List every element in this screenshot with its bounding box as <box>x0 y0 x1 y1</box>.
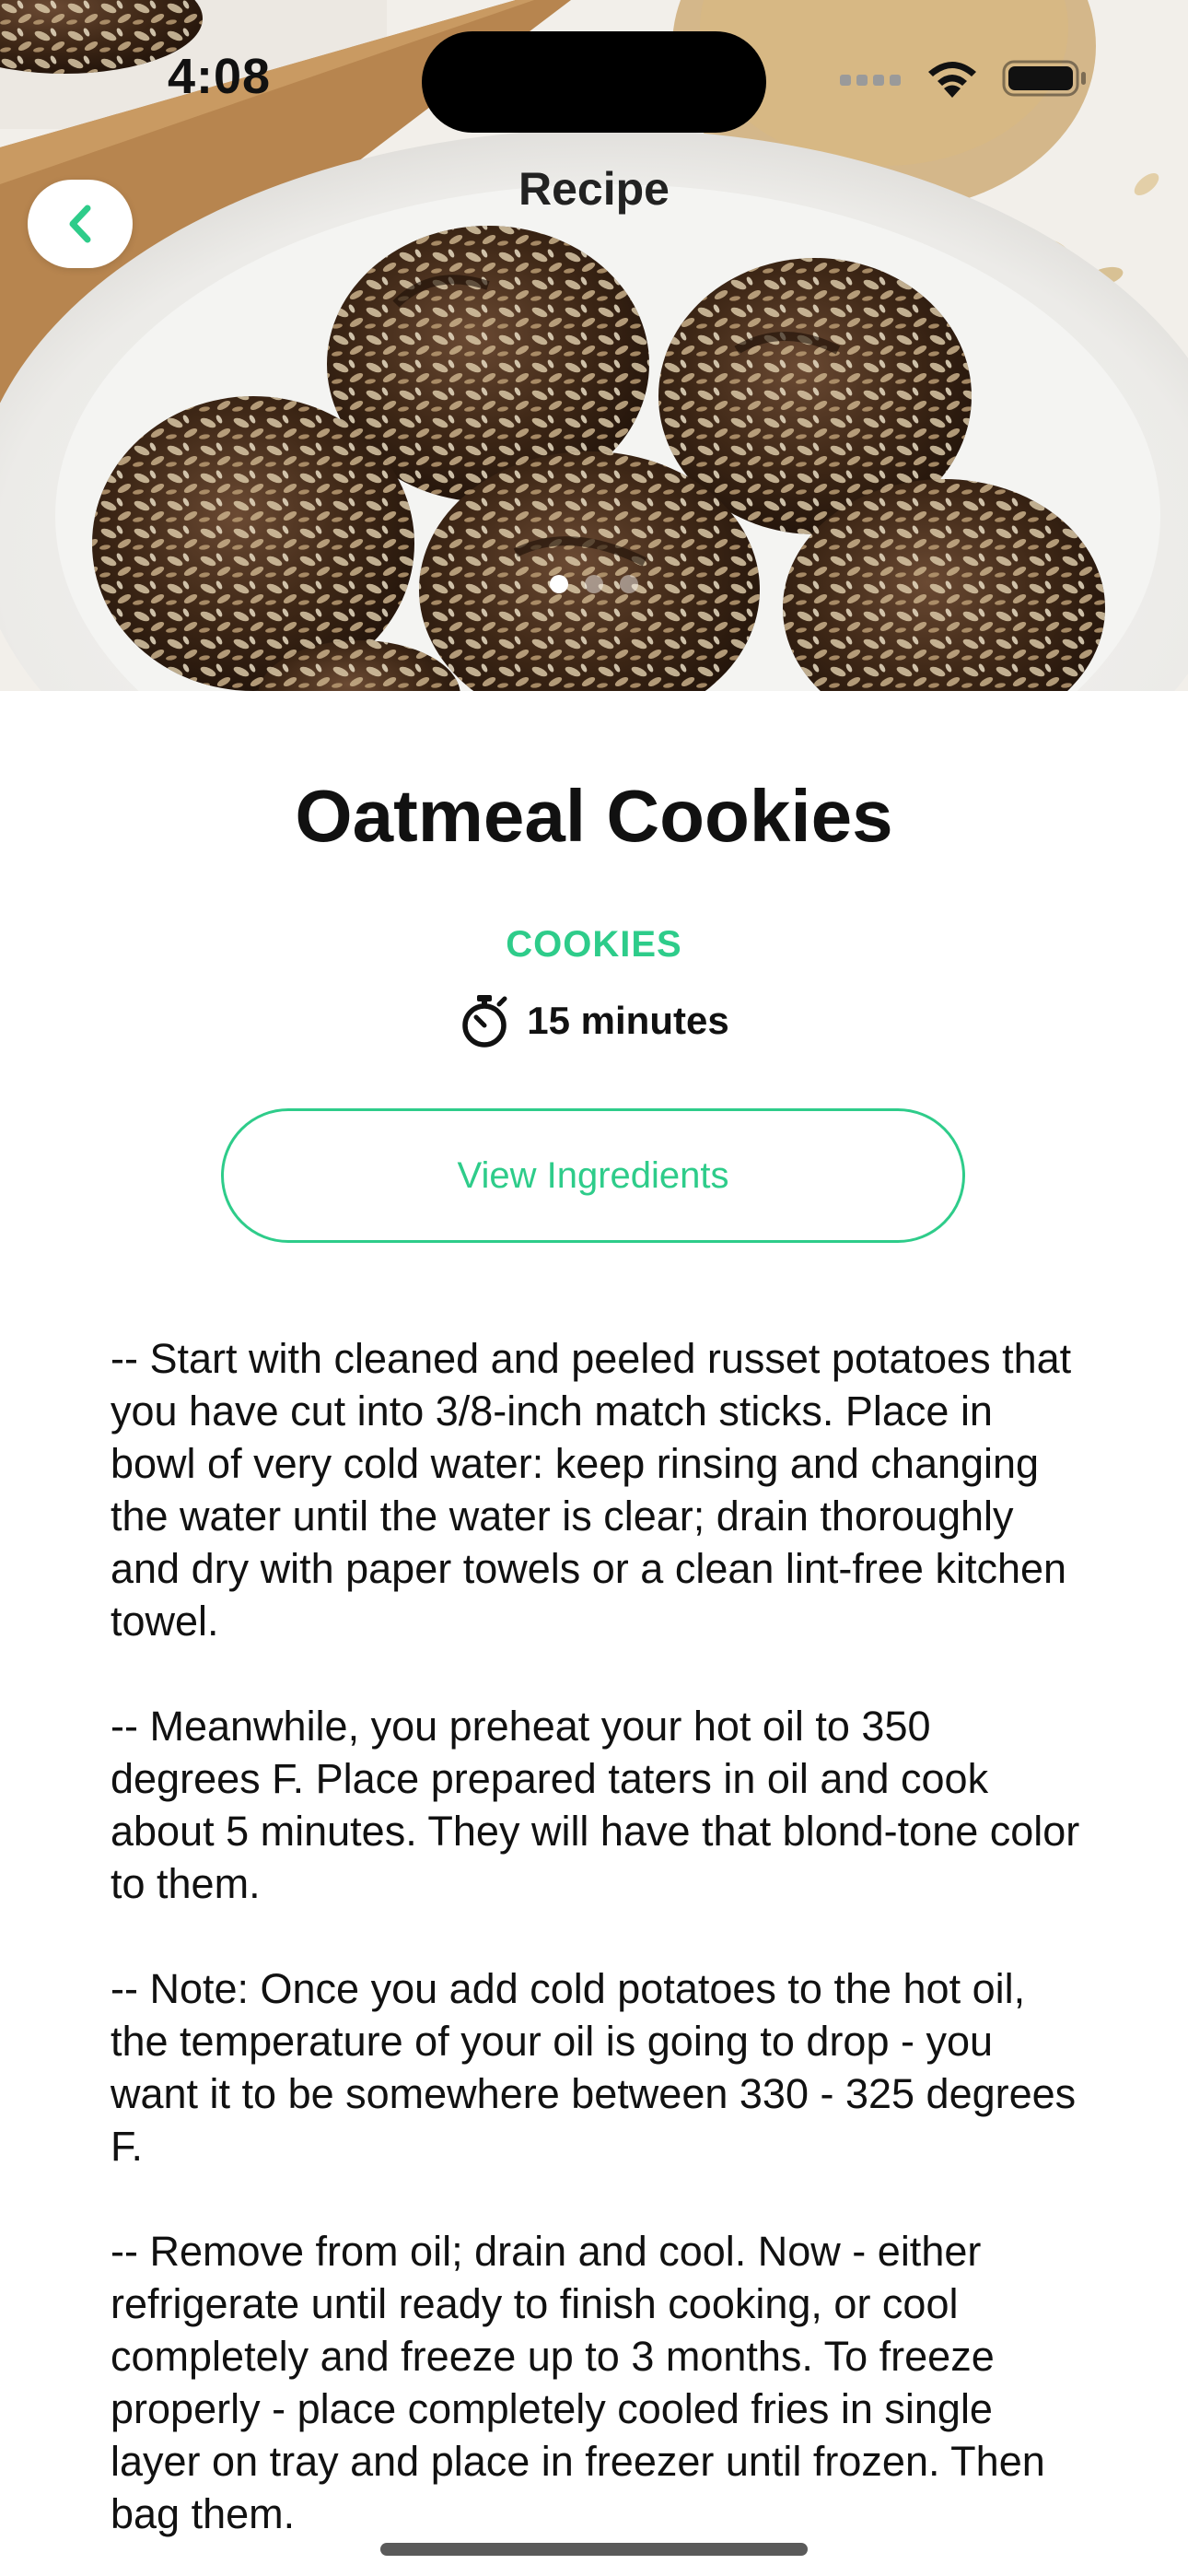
recipe-category: COOKIES <box>506 924 682 965</box>
status-time: 4:08 <box>168 49 272 104</box>
status-icons <box>840 57 1089 100</box>
page-dot[interactable] <box>620 575 638 593</box>
battery-icon <box>1002 60 1086 97</box>
home-indicator[interactable] <box>380 2543 808 2556</box>
wifi-icon <box>928 62 976 98</box>
page-dot-active[interactable] <box>550 575 568 593</box>
recipe-screen: 4:08 Recipe Oatmeal Cookies COOKIES 15 m… <box>0 0 1188 2576</box>
recipe-title: Oatmeal Cookies <box>295 775 893 857</box>
instruction-paragraph: -- Start with cleaned and peeled russet … <box>111 1335 1072 1645</box>
recipe-instructions: -- Start with cleaned and peeled russet … <box>111 1332 1087 2576</box>
instruction-paragraph: -- Remove from oil; drain and cool. Now … <box>111 2228 1045 2537</box>
image-page-indicator[interactable] <box>0 575 1188 593</box>
cellular-signal-icon <box>840 75 901 86</box>
instruction-paragraph: -- Note: Once you add cold potatoes to t… <box>111 1965 1077 2170</box>
cook-time: 15 minutes <box>527 999 729 1042</box>
stopwatch-icon <box>462 995 507 1048</box>
instruction-paragraph: -- Meanwhile, you preheat your hot oil t… <box>111 1703 1080 1907</box>
chevron-left-icon <box>69 205 91 243</box>
dynamic-island <box>422 31 766 133</box>
page-dot[interactable] <box>585 575 603 593</box>
cook-time-row: 15 minutes <box>0 993 1188 1048</box>
view-ingredients-button[interactable]: View Ingredients <box>221 1108 965 1243</box>
back-button[interactable] <box>28 180 133 268</box>
nav-title: Recipe <box>518 163 670 215</box>
